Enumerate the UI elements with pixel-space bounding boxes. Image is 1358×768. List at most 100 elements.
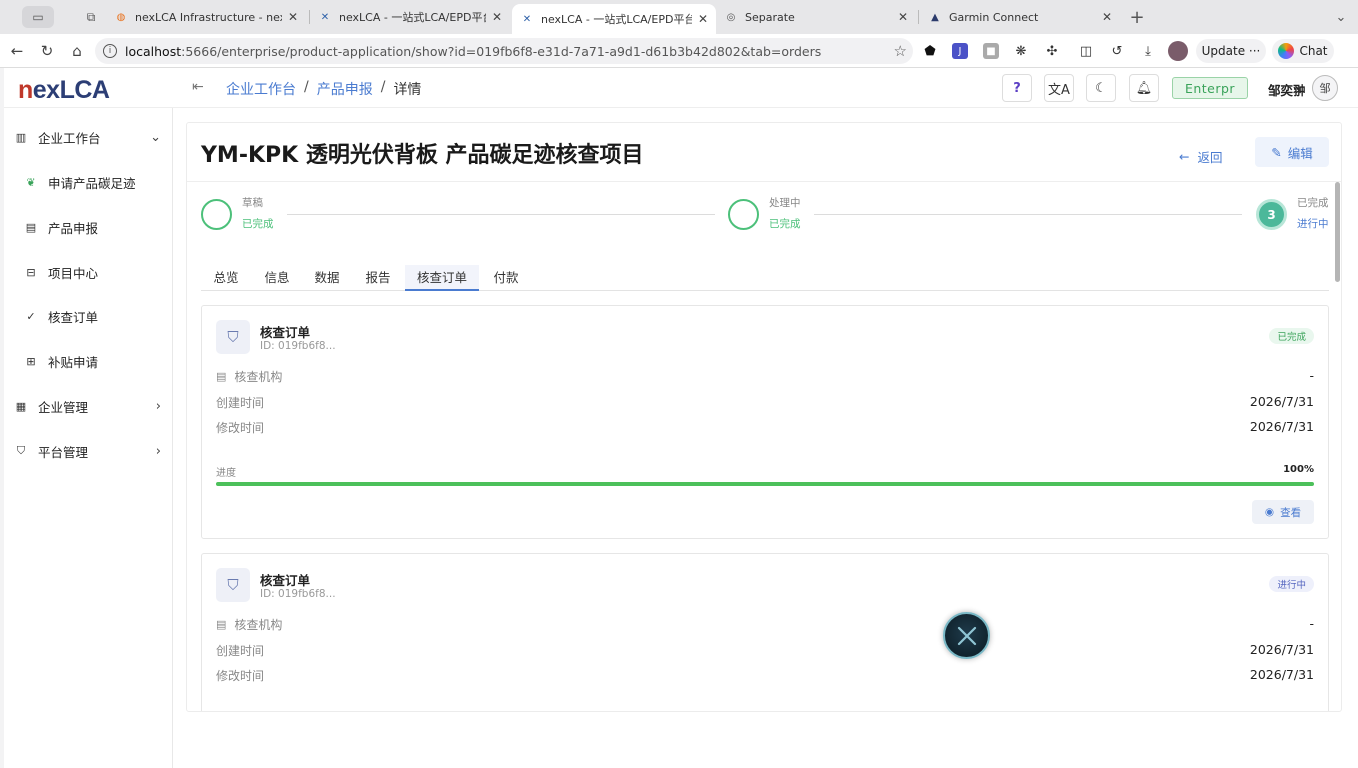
tab-list-icon[interactable]: ⌄ xyxy=(1328,6,1354,28)
sidebar-item-label: 申请产品碳足迹 xyxy=(48,175,136,191)
site-info-icon[interactable]: i xyxy=(103,44,117,58)
openai-extension-icon[interactable]: ❋ xyxy=(1013,43,1029,59)
back-arrow-icon[interactable]: ← xyxy=(6,40,28,62)
tab-overview-icon[interactable]: ⧉ xyxy=(78,6,104,28)
back-label: 返回 xyxy=(1197,150,1223,165)
modified-value: 2026/7/31 xyxy=(1249,667,1314,682)
tab-data[interactable]: 数据 xyxy=(303,265,351,291)
avatar[interactable]: 邹 xyxy=(1312,75,1338,101)
dark-mode-icon[interactable]: ☾ xyxy=(1086,74,1116,102)
step-3-status: 进行中 xyxy=(1297,218,1329,230)
agency-value: - xyxy=(1309,368,1314,383)
order-card: ⛉ 核查订单 ID: 019fb6f8... 已完成 ▤ 核查机构 - 创建时间 … xyxy=(201,305,1329,539)
created-row: 创建时间 2026/7/31 xyxy=(216,394,1314,412)
notification-bell-icon[interactable]: 🔔︎ xyxy=(1129,74,1159,102)
clipboard-icon: ▤ xyxy=(25,220,37,234)
modified-label: 修改时间 xyxy=(216,421,265,435)
chevron-right-icon: › xyxy=(155,443,161,459)
edit-label: 编辑 xyxy=(1287,145,1313,161)
sidebar: ▥ 企业工作台 ⌄ ❦ 申请产品碳足迹 ▤ 产品申报 ⊟ 项目中心 ✓ 核查订单… xyxy=(4,108,173,768)
scrollbar-thumb[interactable] xyxy=(1335,182,1340,282)
url-path: :5666/enterprise/product-application/sho… xyxy=(181,43,822,59)
close-tab-icon[interactable]: ✕ xyxy=(698,12,708,26)
sidebar-item-product-application[interactable]: ▤ 产品申报 xyxy=(4,207,173,247)
sidebar-item-subsidy-application[interactable]: ⊞ 补贴申请 xyxy=(4,341,173,381)
profile-avatar-icon[interactable] xyxy=(1168,41,1188,61)
tab-payment[interactable]: 付款 xyxy=(483,265,529,291)
sidebar-item-apply-carbon-footprint[interactable]: ❦ 申请产品碳足迹 xyxy=(4,162,173,202)
close-tab-icon[interactable]: ✕ xyxy=(492,10,502,24)
edit-button[interactable]: ✎ 编辑 xyxy=(1255,137,1329,167)
sidebar-item-verification-orders[interactable]: ✓ 核查订单 xyxy=(4,296,173,336)
browser-tab-4[interactable]: ◎ Separate ✕ xyxy=(716,4,916,30)
update-button[interactable]: Update ··· xyxy=(1196,39,1266,63)
joplin-extension-icon[interactable]: J xyxy=(952,43,968,59)
breadcrumb-workbench[interactable]: 企业工作台 xyxy=(226,79,296,99)
collapse-sidebar-icon[interactable]: ⇤ xyxy=(192,79,204,95)
modified-label: 修改时间 xyxy=(216,669,265,683)
sidebar-item-platform-management[interactable]: ⛉ 平台管理 › xyxy=(4,431,173,471)
tab-verification-orders[interactable]: 核查订单 xyxy=(405,265,479,291)
building-icon: ▤ xyxy=(216,618,227,631)
step-1-label: 草稿 xyxy=(242,197,263,209)
browser-tab-bar: ▭ ⧉ ◍ nexLCA Infrastructure - nexLCA ✕ ✕… xyxy=(0,0,1358,34)
download-icon[interactable]: ⤓ xyxy=(1140,43,1156,59)
new-tab-icon[interactable]: + xyxy=(1124,6,1150,28)
help-button[interactable]: ? xyxy=(1002,74,1032,102)
tab-overview[interactable]: 总览 xyxy=(201,265,251,291)
close-tab-icon[interactable]: ✕ xyxy=(898,10,908,24)
detail-card: YM-KPK 透明光伏背板 产品碳足迹核查项目 ← 返回 ✎ 编辑 草稿 已完成… xyxy=(186,122,1342,712)
close-tab-icon[interactable]: ✕ xyxy=(1102,10,1112,24)
breadcrumb-product-application[interactable]: 产品申报 xyxy=(317,79,373,99)
sidebar-item-enterprise-management[interactable]: ▦ 企业管理 › xyxy=(4,386,173,426)
browser-tab-5[interactable]: ▲ Garmin Connect ✕ xyxy=(920,4,1120,30)
browser-tab-1[interactable]: ◍ nexLCA Infrastructure - nexLCA ✕ xyxy=(106,4,306,30)
step-1-status: 已完成 xyxy=(242,218,274,230)
split-view-icon[interactable]: ◫ xyxy=(1078,43,1094,59)
tab-report[interactable]: 报告 xyxy=(355,265,401,291)
floating-assistant-button[interactable] xyxy=(943,612,990,659)
sidebar-item-label: 产品申报 xyxy=(48,220,99,236)
step-connector xyxy=(814,214,1242,215)
browser-tab-2[interactable]: ✕ nexLCA - 一站式LCA/EPD平台 ✕ xyxy=(310,4,510,30)
modified-row: 修改时间 2026/7/31 xyxy=(216,419,1314,437)
user-name[interactable]: 邹奕翀 xyxy=(1268,80,1306,99)
home-icon[interactable]: ⌂ xyxy=(66,40,88,62)
close-tab-icon[interactable]: ✕ xyxy=(288,10,298,24)
tab-divider xyxy=(918,10,919,24)
browser-tab-3-active[interactable]: ✕ nexLCA - 一站式LCA/EPD平台 ✕ xyxy=(512,4,716,34)
browser-tab-title: nexLCA Infrastructure - nexLCA xyxy=(135,10,282,24)
chat-button[interactable]: Chat xyxy=(1272,39,1334,63)
chevron-down-icon: ⌄ xyxy=(150,129,161,145)
grey-extension-icon[interactable]: ■ xyxy=(983,43,999,59)
history-icon[interactable]: ↺ xyxy=(1109,43,1125,59)
status-badge: 已完成 xyxy=(1269,328,1314,344)
tab-info[interactable]: 信息 xyxy=(253,265,301,291)
view-button[interactable]: ◉ 查看 xyxy=(1252,500,1314,524)
breadcrumb-separator: / xyxy=(380,79,386,95)
logo-text: exLCA xyxy=(32,76,110,104)
shield-check-icon: ⛉ xyxy=(216,568,250,602)
breadcrumb: 企业工作台 / 产品申报 / 详情 xyxy=(226,79,421,99)
translate-icon[interactable]: 文A xyxy=(1044,74,1074,102)
step-2-status: 已完成 xyxy=(769,218,801,230)
page-title: YM-KPK 透明光伏背板 产品碳足迹核查项目 xyxy=(201,143,644,168)
plan-badge[interactable]: Enterpr xyxy=(1172,77,1248,99)
sidebar-item-workbench[interactable]: ▥ 企业工作台 ⌄ xyxy=(4,117,173,157)
reload-icon[interactable]: ↻ xyxy=(36,40,58,62)
nexlca-logo[interactable]: nexLCA xyxy=(18,76,110,105)
puzzle-extension-icon[interactable]: ✣ xyxy=(1044,43,1060,59)
eye-icon: ◉ xyxy=(1264,506,1275,518)
sidebar-item-project-center[interactable]: ⊟ 项目中心 xyxy=(4,252,173,292)
status-badge: 进行中 xyxy=(1269,576,1314,592)
back-button[interactable]: ← 返回 xyxy=(1167,141,1235,172)
bookmark-star-icon[interactable]: ☆ xyxy=(894,42,907,60)
sidebar-item-label: 核查订单 xyxy=(48,309,99,325)
url-input[interactable]: i localhost:5666/enterprise/product-appl… xyxy=(95,38,913,64)
browser-tab-title: nexLCA - 一站式LCA/EPD平台 xyxy=(541,13,692,26)
garmin-icon: ▲ xyxy=(931,11,939,23)
sidebar-toggle-icon[interactable]: ▭ xyxy=(22,6,54,28)
progress-label: 进度 xyxy=(216,468,236,479)
shield-extension-icon[interactable]: ⬟ xyxy=(922,43,938,59)
view-label: 查看 xyxy=(1280,506,1302,519)
